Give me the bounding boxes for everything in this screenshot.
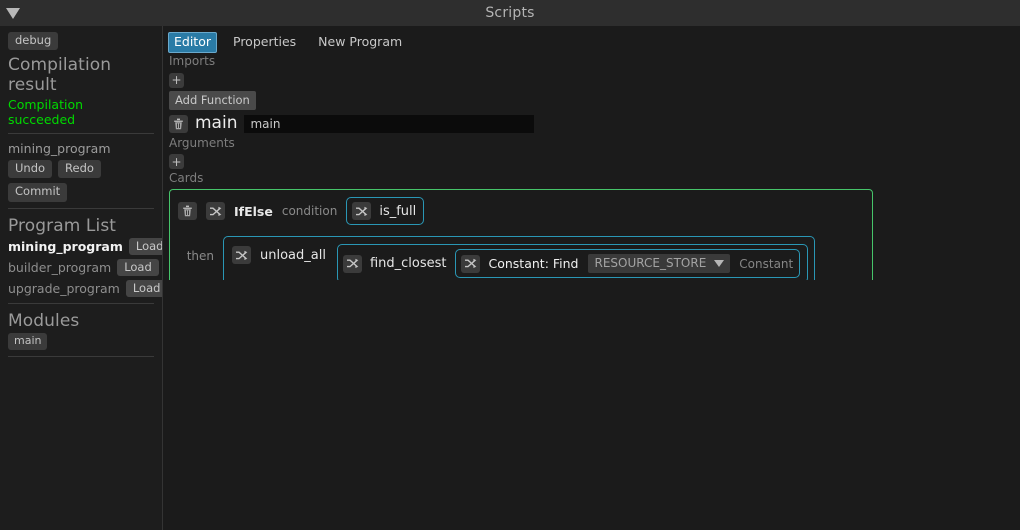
shuffle-icon[interactable] <box>232 246 251 265</box>
then-keyword: then <box>186 249 214 264</box>
then-constant-node[interactable]: Constant: Find RESOURCE_STORE Constant <box>454 249 801 279</box>
editor-scroll-area: Editor Properties New Program Imports + … <box>163 26 1020 280</box>
undo-button[interactable]: Undo <box>8 160 53 179</box>
load-button[interactable]: Load <box>125 279 162 297</box>
program-name: mining_program <box>8 238 123 254</box>
load-button[interactable]: Load <box>117 258 159 276</box>
then-constant-dropdown[interactable]: RESOURCE_STORE <box>587 254 731 274</box>
program-name: upgrade_program <box>8 280 120 296</box>
program-list-heading: Program List <box>8 215 117 236</box>
load-button[interactable]: Load <box>128 237 162 255</box>
shuffle-icon[interactable] <box>352 202 372 221</box>
shuffle-icon[interactable] <box>206 202 225 221</box>
arguments-add-row: + <box>165 151 1020 171</box>
imports-label: Imports <box>169 54 216 69</box>
condition-node[interactable]: is_full <box>346 197 425 226</box>
compilation-result-heading: Compilation result <box>8 55 112 96</box>
sidebar-divider-3 <box>8 302 154 304</box>
sidebar-divider-4 <box>8 356 154 358</box>
then-constant-title: Constant: Find <box>488 256 579 272</box>
then-child-node[interactable]: find_closest Constant: Find RESOURCE_STO… <box>336 244 809 280</box>
add-argument-button[interactable]: + <box>169 154 184 170</box>
main-panel: Editor Properties New Program Imports + … <box>163 26 1020 530</box>
window-titlebar: Scripts <box>0 0 1020 26</box>
tab-editor[interactable]: Editor <box>168 32 217 54</box>
ifelse-header-row: IfElse condition is_full <box>178 197 864 226</box>
function-header-row: main main <box>169 113 1020 134</box>
compilation-status: Compilation succeeded <box>8 97 84 128</box>
sidebar: debug Compilation result Compilation suc… <box>0 26 163 530</box>
redo-button[interactable]: Redo <box>58 160 101 179</box>
scripts-window: Scripts debug Compilation result Compila… <box>0 0 1020 530</box>
condition-port-label: condition <box>281 204 338 219</box>
trash-icon[interactable] <box>178 202 197 221</box>
shuffle-icon[interactable] <box>342 254 362 273</box>
function-name: main <box>195 113 238 134</box>
tab-properties[interactable]: Properties <box>227 32 302 53</box>
then-constant-tag: Constant <box>739 256 794 271</box>
add-import-button[interactable]: + <box>169 72 184 88</box>
triangle-down-icon <box>6 7 20 19</box>
then-constant-value: RESOURCE_STORE <box>594 256 707 271</box>
sidebar-divider-1 <box>8 133 154 135</box>
window-body: debug Compilation result Compilation suc… <box>0 26 1020 530</box>
then-node[interactable]: unload_all <box>232 244 326 265</box>
then-branch-box[interactable]: unload_all find_closest Constant: Find R… <box>223 236 816 280</box>
add-function-row: Add Function <box>165 89 1020 112</box>
condition-node-label: is_full <box>379 203 417 219</box>
program-list-item[interactable]: upgrade_program Load <box>8 279 162 297</box>
collapse-button[interactable] <box>0 0 26 26</box>
then-node-label: unload_all <box>260 247 326 263</box>
chevron-down-icon <box>714 259 725 267</box>
modules-heading: Modules <box>8 310 80 331</box>
ifelse-card[interactable]: IfElse condition is_full then unload_all… <box>169 189 873 280</box>
commit-button[interactable]: Commit <box>8 183 68 202</box>
window-title: Scripts <box>485 5 535 21</box>
module-item-main[interactable]: main <box>8 332 48 351</box>
program-list-item[interactable]: mining_program Load <box>8 237 162 255</box>
debug-badge[interactable]: debug <box>8 32 59 51</box>
ifelse-keyword: IfElse <box>234 203 273 219</box>
shuffle-icon[interactable] <box>460 254 480 273</box>
function-name-input[interactable]: main <box>244 114 535 133</box>
add-function-button[interactable]: Add Function <box>169 90 256 110</box>
tab-new-program[interactable]: New Program <box>312 32 408 53</box>
then-child-label: find_closest <box>369 256 447 272</box>
current-program-name: mining_program <box>8 141 111 157</box>
then-branch-row: then unload_all find_closest Constant: F… <box>178 236 864 280</box>
imports-add-row: + <box>165 69 1020 89</box>
program-list-item[interactable]: builder_program Load <box>8 258 159 276</box>
commit-row: Commit <box>8 183 154 202</box>
arguments-label: Arguments <box>169 135 235 150</box>
sidebar-divider-2 <box>8 207 154 209</box>
modules-list: main <box>8 332 154 351</box>
trash-icon[interactable] <box>169 114 188 133</box>
footer-pane <box>163 280 1020 530</box>
undo-redo-row: Undo Redo <box>8 160 154 179</box>
cards-label: Cards <box>169 171 204 186</box>
program-name: builder_program <box>8 259 112 275</box>
tab-bar: Editor Properties New Program <box>165 30 1020 54</box>
